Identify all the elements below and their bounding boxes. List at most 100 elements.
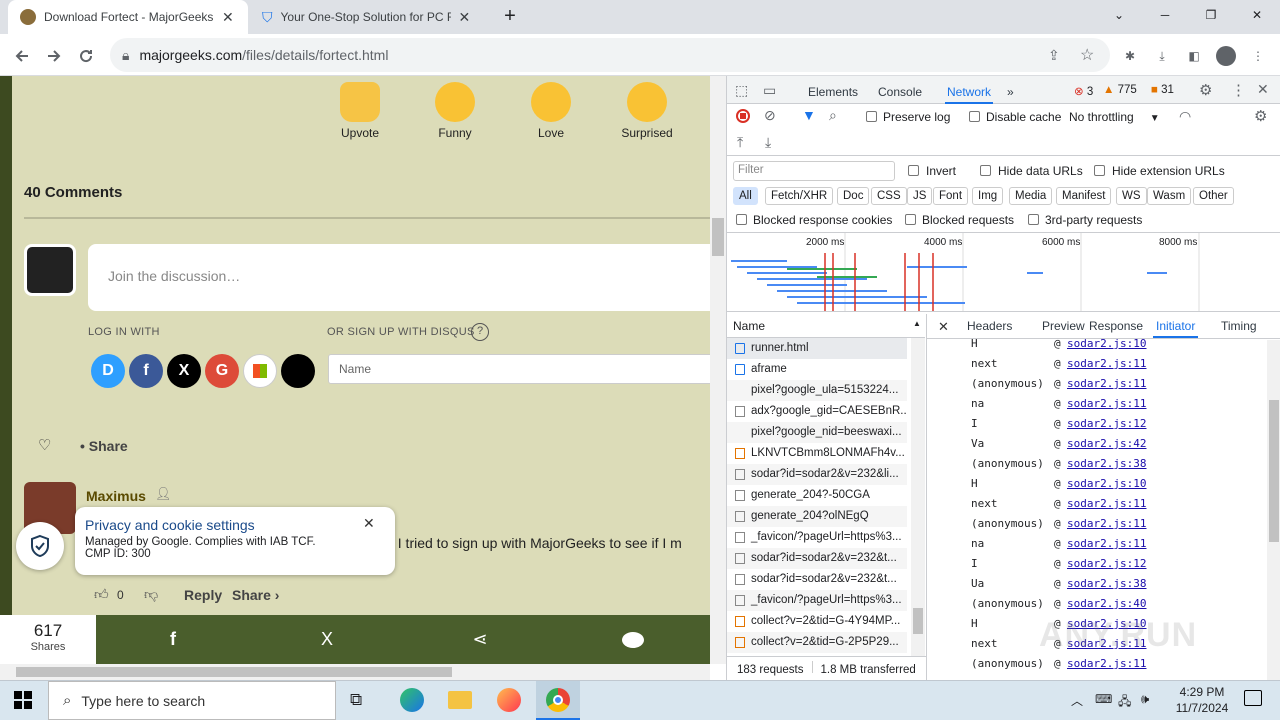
download-icon[interactable]: ⤓ xyxy=(1148,42,1176,70)
source-link[interactable]: sodar2.js:42 xyxy=(1067,437,1146,450)
warnings-badge[interactable]: ▲ 775 xyxy=(1103,84,1137,96)
request-row[interactable]: _favicon/?pageUrl=https%3... xyxy=(727,527,907,548)
discussion-input[interactable]: Join the discussion… xyxy=(88,244,710,311)
filter-manifest[interactable]: Manifest xyxy=(1056,187,1112,205)
menu-kebab-icon[interactable]: ⋮ xyxy=(1244,42,1272,70)
share-page-icon[interactable]: ⇪ xyxy=(1048,47,1060,64)
new-tab-button[interactable]: + xyxy=(498,4,522,28)
request-row[interactable]: collect?v=2&tid=G-2P5P29... xyxy=(727,632,907,653)
more-tabs-icon[interactable]: » xyxy=(1007,80,1014,104)
network-settings-icon[interactable]: ⚙ xyxy=(1254,107,1267,125)
throttling-select[interactable]: No throttling ▼ xyxy=(1069,110,1160,124)
device-toolbar-icon[interactable]: ▭ xyxy=(763,82,776,99)
reddit-share-button[interactable] xyxy=(556,615,710,664)
forward-icon[interactable] xyxy=(40,42,68,70)
close-tab-icon[interactable]: ✕ xyxy=(222,9,234,26)
filter-funnel-icon[interactable]: ▼ xyxy=(802,107,816,123)
filter-font[interactable]: Font xyxy=(933,187,969,205)
import-har-icon[interactable]: ⤒ xyxy=(737,134,743,151)
share-button[interactable]: ⋖ xyxy=(404,615,556,664)
firefox-icon[interactable] xyxy=(497,688,521,712)
upvote-comment-icon[interactable]: 👍︎ xyxy=(94,586,109,603)
language-icon[interactable]: ⌨ xyxy=(1095,692,1112,706)
filter-wasm[interactable]: Wasm xyxy=(1147,187,1192,205)
filter-ws[interactable]: WS xyxy=(1116,187,1147,205)
request-row[interactable]: generate_204?olNEgQ xyxy=(727,506,907,527)
close-tab-icon[interactable]: ✕ xyxy=(459,9,471,26)
system-tray-chevron-icon[interactable]: ︿ xyxy=(1071,692,1083,709)
profile-avatar-icon[interactable] xyxy=(1212,42,1240,70)
disqus-login-icon[interactable]: D xyxy=(91,354,125,388)
source-link[interactable]: sodar2.js:38 xyxy=(1067,457,1146,470)
apple-login-icon[interactable] xyxy=(281,354,315,388)
scroll-thumb[interactable] xyxy=(1269,400,1279,542)
scroll-thumb[interactable] xyxy=(16,667,452,677)
google-login-icon[interactable]: G xyxy=(205,354,239,388)
filter-other[interactable]: Other xyxy=(1193,187,1234,205)
follow-user-icon[interactable]: 👤︎ xyxy=(155,486,172,502)
source-link[interactable]: sodar2.js:11 xyxy=(1067,357,1146,370)
scroll-thumb[interactable] xyxy=(913,608,923,634)
taskbar-search-box[interactable]: ⌕ Type here to search xyxy=(48,681,336,720)
network-conditions-icon[interactable]: ◠ xyxy=(1179,108,1191,125)
reload-icon[interactable] xyxy=(72,42,100,70)
source-link[interactable]: sodar2.js:11 xyxy=(1067,517,1146,530)
filter-doc[interactable]: Doc xyxy=(837,187,870,205)
reaction-funny[interactable]: Funny xyxy=(415,82,495,140)
source-link[interactable]: sodar2.js:10 xyxy=(1067,477,1146,490)
start-windows-icon[interactable] xyxy=(14,691,32,709)
privacy-popup[interactable]: Privacy and cookie settings Managed by G… xyxy=(75,507,395,575)
filter-input[interactable]: Filter xyxy=(733,161,895,181)
source-link[interactable]: sodar2.js:38 xyxy=(1067,577,1146,590)
clock[interactable]: 4:29 PM 11/7/2024 xyxy=(1166,684,1238,716)
tab-elements[interactable]: Elements xyxy=(808,80,858,104)
privacy-title[interactable]: Privacy and cookie settings xyxy=(85,517,385,533)
reaction-surprised[interactable]: Surprised xyxy=(607,82,687,140)
hide-extension-urls-checkbox[interactable] xyxy=(1094,165,1105,176)
disable-cache-checkbox[interactable] xyxy=(969,111,980,122)
name-column-header[interactable]: Name ▲ xyxy=(727,314,925,338)
reply-link[interactable]: Reply xyxy=(184,587,222,603)
page-horizontal-scrollbar[interactable] xyxy=(0,664,710,680)
bookmark-star-icon[interactable]: ☆ xyxy=(1080,45,1094,65)
name-input[interactable]: Name xyxy=(328,354,710,384)
search-icon[interactable]: ⌕ xyxy=(829,107,837,124)
filter-js[interactable]: JS xyxy=(907,187,933,205)
settings-gear-icon[interactable]: ⚙ xyxy=(1199,81,1212,99)
network-icon[interactable]: 🖧︎ xyxy=(1118,692,1131,713)
filter-img[interactable]: Img xyxy=(972,187,1004,205)
filter-fetch-xhr[interactable]: Fetch/XHR xyxy=(765,187,834,205)
reaction-love[interactable]: Love xyxy=(511,82,591,140)
share-link[interactable]: • Share xyxy=(80,438,128,454)
request-row[interactable]: collect?v=2&tid=G-4Y94MP... xyxy=(727,611,907,632)
errors-badge[interactable]: ⊗ 3 xyxy=(1074,84,1093,98)
filter-all[interactable]: All xyxy=(733,187,758,205)
request-row[interactable]: aframe xyxy=(727,359,907,380)
help-icon[interactable]: ? xyxy=(471,323,489,341)
export-har-icon[interactable]: ⤓ xyxy=(765,134,771,151)
info-badge[interactable]: ■ 31 xyxy=(1151,84,1174,96)
request-row[interactable]: _favicon/?pageUrl=https%3... xyxy=(727,590,907,611)
back-icon[interactable] xyxy=(8,42,36,70)
tab-search-chevron-icon[interactable]: ⌄ xyxy=(1096,0,1142,30)
request-row[interactable]: runner.html xyxy=(727,338,907,359)
inspect-element-icon[interactable]: ⬚ xyxy=(735,82,748,99)
side-panel-icon[interactable]: ◧ xyxy=(1180,42,1208,70)
preserve-log-checkbox[interactable] xyxy=(866,111,877,122)
comment-author[interactable]: Maximus xyxy=(86,488,146,504)
favorite-heart-icon[interactable]: ♡ xyxy=(38,436,51,454)
close-details-icon[interactable]: ✕ xyxy=(938,319,949,335)
source-link[interactable]: sodar2.js:12 xyxy=(1067,557,1146,570)
minimize-button[interactable]: ─ xyxy=(1142,0,1188,30)
timeline-overview[interactable]: 2000 ms 4000 ms 6000 ms 8000 ms xyxy=(727,232,1280,312)
clear-icon[interactable]: ⊘ xyxy=(764,107,776,124)
facebook-share-button[interactable]: f xyxy=(96,615,250,664)
hide-data-urls-checkbox[interactable] xyxy=(980,165,991,176)
blocked-cookies-checkbox[interactable] xyxy=(736,214,747,225)
notifications-icon[interactable] xyxy=(1244,690,1262,706)
close-devtools-icon[interactable]: ✕ xyxy=(1257,81,1269,98)
tab-console[interactable]: Console xyxy=(878,80,922,104)
source-link[interactable]: sodar2.js:11 xyxy=(1067,657,1146,670)
blocked-requests-checkbox[interactable] xyxy=(905,214,916,225)
x-login-icon[interactable]: X xyxy=(167,354,201,388)
